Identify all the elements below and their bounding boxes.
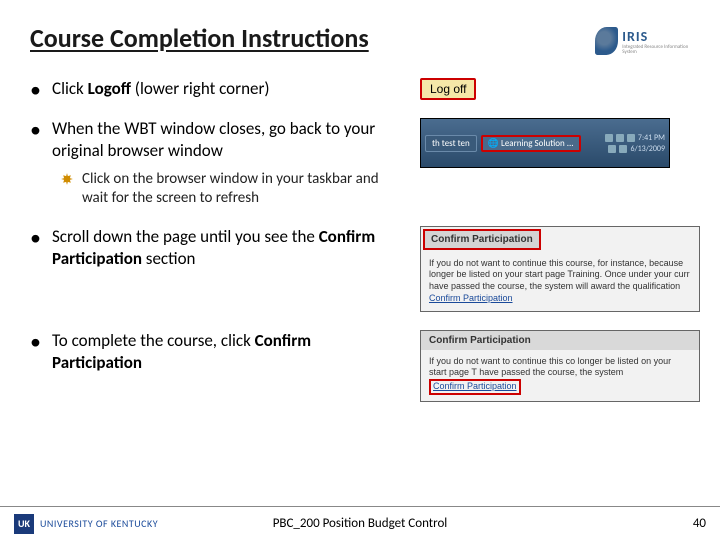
- confirm-panel-screenshot-1: Confirm Participation If you do not want…: [420, 226, 700, 312]
- text: If you do not want to continue this cour…: [429, 258, 690, 291]
- tray-icon: [627, 134, 635, 142]
- text: If you do not want to continue this co l…: [429, 356, 671, 378]
- logoff-bold: Logoff: [88, 78, 131, 99]
- sub-bullet-taskbar: Click on the browser window in your task…: [60, 170, 400, 208]
- clock-date: 6/13/2009: [630, 144, 665, 154]
- text: When the WBT window closes, go back to y…: [52, 118, 375, 161]
- text: (lower right corner): [131, 78, 270, 99]
- text: section: [142, 248, 196, 269]
- text: Learning Solution ...: [501, 138, 574, 149]
- iris-logo: IRIS Integrated Resource Information Sys…: [595, 22, 690, 60]
- iris-logo-subtitle: Integrated Resource Information System: [622, 45, 690, 55]
- uk-mark-icon: UK: [14, 514, 34, 534]
- confirm-link: Confirm Participation: [429, 293, 513, 303]
- tray-icon: [616, 134, 624, 142]
- tray-icon: [608, 145, 616, 153]
- text: To complete the course, click: [52, 330, 255, 351]
- iris-flower-icon: [595, 27, 618, 55]
- bullet-logoff: Click Logoff (lower right corner): [30, 78, 400, 100]
- slide-title: Course Completion Instructions: [30, 22, 583, 54]
- iris-logo-text: IRIS: [622, 28, 690, 45]
- taskbar-item-highlighted: 🌐 Learning Solution ...: [481, 135, 581, 152]
- confirm-link-circled: Confirm Participation: [429, 379, 521, 395]
- logoff-button-screenshot: Log off: [420, 78, 476, 100]
- confirm-panel-screenshot-2: Confirm Participation If you do not want…: [420, 330, 700, 402]
- clock-time: 7:41 PM: [638, 133, 665, 143]
- confirm-header: Confirm Participation: [421, 331, 699, 350]
- system-tray: 7:41 PM 6/13/2009: [605, 133, 665, 154]
- bullet-scroll-confirm: Scroll down the page until you see the C…: [30, 226, 400, 270]
- taskbar-item: th test ten: [425, 135, 477, 152]
- tray-icon: [605, 134, 613, 142]
- text: Scroll down the page until you see the: [52, 226, 319, 247]
- star-icon: [60, 172, 74, 186]
- tray-icon: [619, 145, 627, 153]
- footer-course-title: PBC_200 Position Budget Control: [273, 516, 448, 531]
- uk-logo: UK UNIVERSITY OF KENTUCKY: [14, 514, 158, 534]
- confirm-header-circled: Confirm Participation: [423, 229, 541, 250]
- bullet-wbt-window: When the WBT window closes, go back to y…: [30, 118, 400, 208]
- footer: UK UNIVERSITY OF KENTUCKY PBC_200 Positi…: [0, 506, 720, 540]
- uk-logo-text: UNIVERSITY OF KENTUCKY: [40, 517, 158, 530]
- text: Click on the browser window in your task…: [82, 170, 379, 207]
- text: Click: [52, 78, 88, 99]
- bullet-click-confirm: To complete the course, click Confirm Pa…: [30, 330, 400, 374]
- page-number: 40: [693, 516, 706, 531]
- taskbar-screenshot: th test ten 🌐 Learning Solution ... 7:41…: [420, 118, 670, 168]
